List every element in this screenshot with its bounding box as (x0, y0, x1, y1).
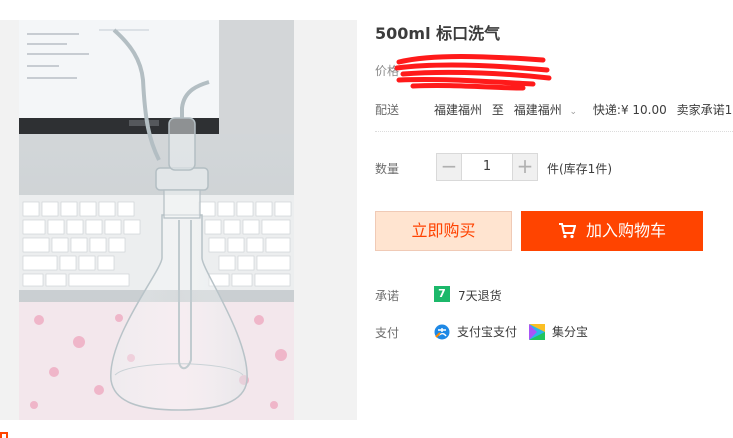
quantity-stepper: − 1 + (436, 153, 538, 181)
price-redaction-scribble (394, 54, 552, 91)
cart-icon (558, 223, 576, 239)
seven-day-return-icon: 7 (434, 286, 450, 302)
quantity-label: 数量 (375, 162, 400, 176)
promise-label: 承诺 (375, 289, 400, 303)
quantity-input[interactable]: 1 (462, 153, 512, 181)
buy-now-button[interactable]: 立即购买 (375, 211, 512, 251)
ship-to-word: 至 (491, 103, 504, 117)
shipping-info: 福建福州 至 福建福州 ⌄ 快递:¥ 10.00 卖家承诺12小 (434, 101, 733, 118)
ship-from: 福建福州 (434, 103, 483, 117)
increase-button[interactable]: + (512, 153, 538, 181)
chevron-down-icon: ⌄ (569, 107, 578, 117)
payment-alipay[interactable]: 支付宝支付 (434, 323, 517, 340)
shipping-label: 配送 (375, 103, 400, 117)
product-title: 500ml 标口洗气 (375, 24, 501, 43)
jifenbao-label: 集分宝 (552, 325, 589, 339)
alipay-label: 支付宝支付 (457, 325, 518, 339)
payment-jifenbao[interactable]: 集分宝 (529, 323, 588, 340)
add-to-cart-label: 加入购物车 (585, 221, 666, 240)
seller-promise: 卖家承诺12小 (676, 103, 733, 117)
product-photo[interactable] (19, 20, 294, 420)
flask-photo-image (19, 20, 294, 420)
payment-label: 支付 (375, 326, 400, 340)
product-gallery (0, 20, 357, 420)
ship-fee: 快递:¥ 10.00 (592, 103, 667, 117)
jifenbao-icon (529, 323, 545, 340)
ship-to-selector[interactable]: 福建福州 ⌄ (514, 103, 583, 117)
corner-marker (0, 432, 8, 438)
stock-text: 件(库存1件) (547, 162, 612, 176)
add-to-cart-button[interactable]: 加入购物车 (521, 211, 703, 251)
ship-to[interactable]: 福建福州 (514, 103, 562, 117)
divider (375, 131, 733, 132)
decrease-button[interactable]: − (436, 153, 462, 181)
alipay-icon (434, 324, 450, 339)
seven-day-return-text[interactable]: 7天退货 (458, 287, 502, 304)
